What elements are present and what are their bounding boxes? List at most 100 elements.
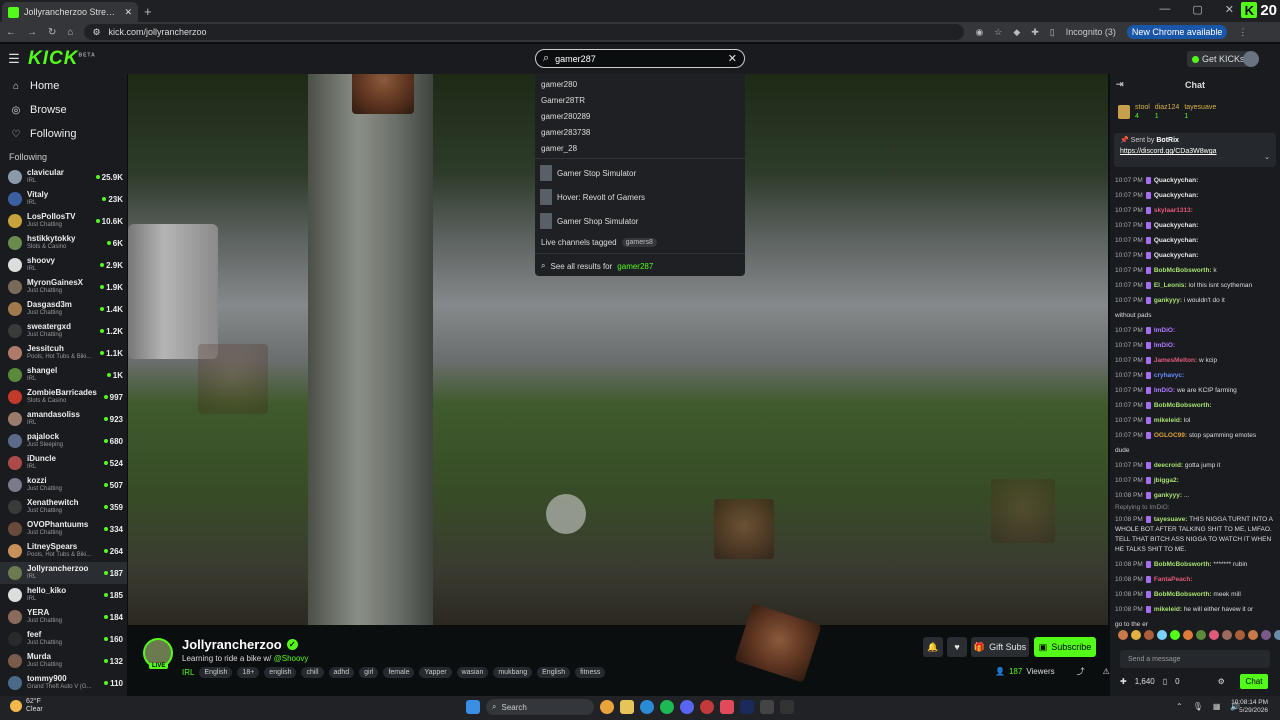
nav-following[interactable]: ♡ Following	[0, 122, 127, 146]
forward-icon[interactable]: →	[27, 27, 37, 38]
emote-icon[interactable]	[1222, 630, 1232, 640]
message-user[interactable]: deecroid:	[1154, 462, 1183, 469]
notification-bell-button[interactable]: 🔔	[923, 637, 943, 657]
follow-heart-button[interactable]: ♥	[947, 637, 967, 657]
kick-logo[interactable]: KICKBETA	[28, 48, 96, 70]
sidebar-channel[interactable]: shoovy IRL 2.9K	[0, 254, 127, 276]
eye-off-icon[interactable]: ◉	[975, 27, 983, 38]
sidebar-channel[interactable]: YERA Just Chatting 184	[0, 606, 127, 628]
message-user[interactable]: JamesMelton:	[1154, 357, 1197, 364]
message-user[interactable]: skylaar1313:	[1154, 207, 1193, 214]
extension-icon[interactable]: ◆	[1013, 27, 1020, 38]
emote-icon[interactable]	[1248, 630, 1258, 640]
gifter[interactable]: tayesuave 1	[1184, 103, 1216, 121]
sidebar-channel[interactable]: hello_kiko IRL 185	[0, 584, 127, 606]
report-icon[interactable]: ⚠	[1103, 667, 1110, 676]
sidebar-channel[interactable]: MyronGainesX Just Chatting 1.9K	[0, 276, 127, 298]
search-bar[interactable]: ⌕ ✕	[535, 49, 745, 68]
nav-home[interactable]: ⌂ Home	[0, 74, 127, 98]
browser-tab[interactable]: Jollyrancherzoo Stream - Watc ✕	[2, 2, 138, 22]
home-browser-icon[interactable]: ⌂	[67, 27, 73, 38]
message-user[interactable]: gankyyy:	[1154, 492, 1182, 499]
incognito-label[interactable]: Incognito (3)	[1066, 27, 1116, 37]
sidebar-channel[interactable]: Jessitcuh Pools, Hot Tubs & Biki... 1.1K	[0, 342, 127, 364]
weather-widget[interactable]: 62°F Clear	[10, 698, 43, 714]
chevron-down-icon[interactable]: ⌄	[1264, 153, 1270, 161]
sidebar-channel[interactable]: OVOPhantuums Just Chatting 334	[0, 518, 127, 540]
search-suggestion[interactable]: Gamer28TR	[535, 92, 745, 108]
emote-icon[interactable]	[1274, 630, 1280, 640]
mic-icon[interactable]: 🎙	[1193, 702, 1203, 711]
stream-tag[interactable]: girl	[359, 667, 379, 678]
stream-tag[interactable]: fitness	[575, 667, 606, 678]
stream-tag[interactable]: English	[199, 667, 233, 678]
message-user[interactable]: Quackyychan:	[1154, 177, 1198, 184]
app-icon[interactable]	[780, 700, 794, 714]
collapse-chat-icon[interactable]: ⇥	[1116, 79, 1124, 90]
sidebar-channel[interactable]: Vitaly IRL 23K	[0, 188, 127, 210]
sidebar-channel[interactable]: feef Just Chatting 160	[0, 628, 127, 650]
sidebar-channel[interactable]: hstikkytokky Slots & Casino 6K	[0, 232, 127, 254]
message-user[interactable]: gankyyy:	[1154, 297, 1182, 304]
message-user[interactable]: BobMcBobsworth:	[1154, 267, 1212, 274]
minimize-icon[interactable]: —	[1159, 3, 1170, 16]
spotify-icon[interactable]	[660, 700, 674, 714]
adobe-icon[interactable]	[720, 700, 734, 714]
photoshop-icon[interactable]	[740, 700, 754, 714]
sidebar-channel[interactable]: tommy900 Grand Theft Auto V (G... 110	[0, 672, 127, 694]
message-user[interactable]: BobMcBobsworth:	[1154, 561, 1212, 568]
message-user[interactable]: ImDiO:	[1154, 387, 1175, 394]
message-user[interactable]: tayesuave:	[1154, 516, 1188, 523]
tag-chip[interactable]: gamers8	[621, 237, 657, 247]
emote-icon[interactable]	[1144, 630, 1154, 640]
message-user[interactable]: mikeleid:	[1154, 417, 1182, 424]
new-chrome-button[interactable]: New Chrome available	[1126, 25, 1228, 39]
gifter[interactable]: diaz124 1	[1155, 103, 1180, 121]
sidebar-channel[interactable]: pajalock Just Sleeping 680	[0, 430, 127, 452]
message-user[interactable]: ImDiO:	[1154, 327, 1175, 334]
message-user[interactable]: OGLOC99:	[1154, 432, 1187, 439]
subscribe-button[interactable]: ▣ Subscribe	[1034, 637, 1096, 657]
stream-tag[interactable]: english	[264, 667, 297, 678]
nav-browse[interactable]: ◎ Browse	[0, 98, 127, 122]
streamer-name[interactable]: Jollyrancherzoo	[182, 637, 282, 652]
emote-icon[interactable]	[1170, 630, 1180, 640]
pinned-user[interactable]: BotRix	[1156, 137, 1179, 144]
discord-icon[interactable]	[680, 700, 694, 714]
search-suggestion[interactable]: gamer280	[535, 76, 745, 92]
emote-icon[interactable]	[1157, 630, 1167, 640]
see-all-results[interactable]: ⌕ See all results for gamer287	[535, 256, 745, 276]
game-result[interactable]: Gamer Stop Simulator	[535, 161, 745, 185]
stream-tag[interactable]: mukbang	[493, 667, 533, 678]
sidebar-channel[interactable]: amandasoliss IRL 923	[0, 408, 127, 430]
sidebar-channel[interactable]: Xenathewitch Just Chatting 359	[0, 496, 127, 518]
search-input[interactable]	[555, 53, 722, 64]
sidebar-channel[interactable]: clavicular IRL 25.9K	[0, 166, 127, 188]
stream-tag[interactable]: chill	[301, 667, 324, 678]
emote-icon[interactable]	[1131, 630, 1141, 640]
get-kicks-button[interactable]: Get KICKs	[1187, 51, 1250, 67]
emote-icon[interactable]	[1209, 630, 1219, 640]
file-explorer-icon[interactable]	[620, 700, 634, 714]
chat-send-button[interactable]: Chat	[1240, 674, 1268, 689]
emote-icon[interactable]	[1261, 630, 1271, 640]
pinned-link[interactable]: https://discord.gg/CDa3W8wga	[1120, 148, 1270, 155]
edge-icon[interactable]	[640, 700, 654, 714]
terminal-icon[interactable]	[760, 700, 774, 714]
stream-tag[interactable]: English	[537, 667, 571, 678]
message-user[interactable]: Quackyychan:	[1154, 237, 1198, 244]
sidebar-channel[interactable]: Dasgasd3m Just Chatting 1.4K	[0, 298, 127, 320]
sidebar-channel[interactable]: ZombieBarricades Slots & Casino 997	[0, 386, 127, 408]
stream-tag[interactable]: 18+	[237, 667, 260, 678]
stream-category[interactable]: IRL	[182, 668, 194, 677]
message-user[interactable]: El_Leonis:	[1154, 282, 1187, 289]
gift-subs-button[interactable]: 🎁 Gift Subs	[971, 637, 1029, 657]
sidebar-channel[interactable]: Murda Just Chatting 132	[0, 650, 127, 672]
stream-tag[interactable]: wasian	[456, 667, 489, 678]
sidebar-channel[interactable]: shangel IRL 1K	[0, 364, 127, 386]
chevron-up-icon[interactable]: ⌃	[1176, 702, 1183, 711]
sidebar-channel[interactable]: LosPollosTV Just Chatting 10.6K	[0, 210, 127, 232]
sidepanel-icon[interactable]: ▯	[1050, 27, 1055, 38]
new-tab-button[interactable]: +	[144, 4, 152, 19]
sidebar-channel[interactable]: sweatergxd Just Chatting 1.2K	[0, 320, 127, 342]
